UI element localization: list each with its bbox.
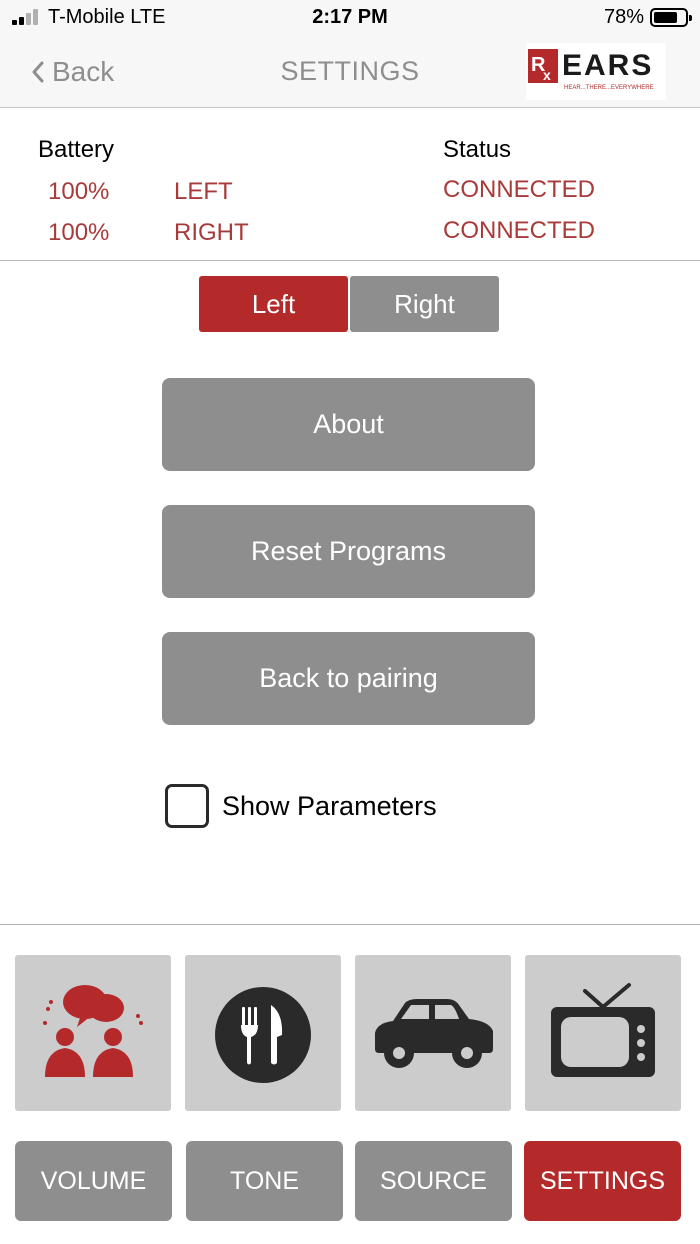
tab-tone[interactable]: TONE [186,1141,343,1221]
tab-settings[interactable]: SETTINGS [524,1141,681,1221]
clock: 2:17 PM [312,6,388,28]
program-car-tile[interactable] [355,955,511,1111]
battery-icon [650,8,692,27]
logo-rx-mark: Rx [528,49,558,83]
right-side-label: RIGHT [174,219,249,246]
right-battery-value: 100% [48,219,110,246]
conversation-icon [43,985,143,1077]
back-to-pairing-button[interactable]: Back to pairing [162,632,535,725]
svg-text:x: x [543,67,551,83]
device-info-panel: Battery Status 100% LEFT CONNECTED 100% … [0,108,700,261]
status-bar: T-Mobile LTE 2:17 PM 78% [0,0,700,36]
left-side-toggle[interactable]: Left [199,276,348,332]
logo-tagline: HEAR...THERE...EVERYWHERE [564,83,664,93]
restaurant-icon [215,987,311,1083]
left-battery-value: 100% [48,178,110,205]
left-side-label: LEFT [174,178,233,205]
show-parameters-checkbox[interactable] [165,784,209,828]
battery-percent: 78% [603,6,644,28]
reset-programs-button[interactable]: Reset Programs [162,505,535,598]
navigation-bar: Back SETTINGS Rx EARS HEAR...THERE...EVE… [0,36,700,108]
right-status-value: CONNECTED [443,217,596,244]
car-icon [375,999,493,1068]
program-tv-tile[interactable] [525,955,681,1111]
show-parameters-label: Show Parameters [222,790,437,821]
svg-text:HEAR...THERE...EVERYWHERE: HEAR...THERE...EVERYWHERE [564,85,654,91]
left-status-value: CONNECTED [443,176,596,203]
tab-source[interactable]: SOURCE [355,1141,512,1221]
right-side-toggle[interactable]: Right [350,276,499,332]
program-conversation-tile[interactable] [15,955,171,1111]
show-parameters-row[interactable]: Show Parameters [165,784,437,828]
tv-icon [551,983,655,1077]
about-button[interactable]: About [162,378,535,471]
program-restaurant-tile[interactable] [185,955,341,1111]
svg-text:EARS: EARS [562,49,653,81]
tab-volume[interactable]: VOLUME [15,1141,172,1221]
status-header: Status [443,136,512,163]
battery-header: Battery [38,136,115,163]
section-divider [0,924,700,925]
rx-ears-logo: Rx EARS HEAR...THERE...EVERYWHERE [526,43,666,100]
